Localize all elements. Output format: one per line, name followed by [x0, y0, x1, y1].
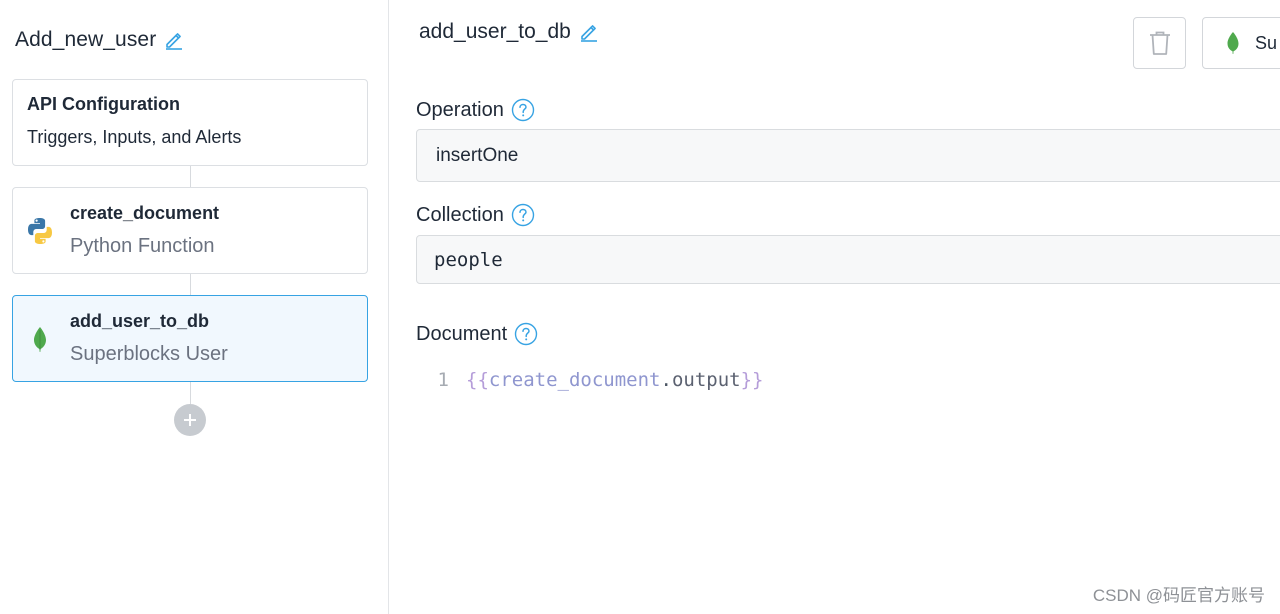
help-icon[interactable]: [511, 203, 535, 227]
edit-step-name-icon[interactable]: [579, 22, 599, 42]
integration-label: Su: [1255, 32, 1278, 53]
delete-step-button[interactable]: [1133, 17, 1186, 69]
edit-api-name-icon[interactable]: [164, 30, 184, 50]
code-identifier: create_document: [488, 369, 661, 391]
operation-label: Operation: [416, 98, 535, 122]
collection-label-text: Collection: [416, 203, 504, 226]
help-icon[interactable]: [514, 322, 538, 346]
operation-select[interactable]: insertOne: [416, 129, 1280, 182]
trash-icon: [1149, 31, 1170, 55]
sidebar: Add_new_user API Configuration Triggers,…: [0, 0, 389, 614]
mongodb-leaf-icon: [34, 327, 46, 352]
step-connector: [190, 166, 191, 187]
step-editor-panel: add_user_to_db Su Operation insertOne Co…: [390, 0, 1280, 614]
python-icon: [28, 218, 52, 244]
document-code-editor[interactable]: 1 {{create_document.output}}: [416, 360, 1276, 400]
step-title: create_document: [70, 203, 220, 223]
config-card-subtitle: Triggers, Inputs, and Alerts: [27, 127, 242, 147]
document-label-text: Document: [416, 322, 508, 345]
code-open-braces: {{: [466, 369, 489, 391]
app-root: Add_new_user API Configuration Triggers,…: [0, 0, 1280, 614]
step-connector: [190, 382, 191, 404]
config-card-title: API Configuration: [27, 94, 180, 114]
code-close-braces: }}: [740, 369, 764, 391]
step-connector: [190, 274, 191, 295]
collection-input[interactable]: people: [416, 235, 1280, 284]
step-title: add_user_to_db: [70, 311, 210, 331]
add-step-button[interactable]: [174, 404, 206, 436]
collection-label: Collection: [416, 203, 535, 227]
step-subtitle: Superblocks User: [70, 343, 228, 365]
mongodb-leaf-icon: [1227, 32, 1239, 54]
document-label: Document: [416, 322, 538, 346]
step-card-add-user-to-db[interactable]: add_user_to_db Superblocks User: [12, 295, 368, 382]
plus-icon: [184, 414, 196, 426]
step-name-header: add_user_to_db: [419, 20, 599, 44]
step-subtitle: Python Function: [70, 235, 215, 257]
help-icon[interactable]: [511, 98, 535, 122]
operation-label-text: Operation: [416, 98, 504, 121]
step-name-text: add_user_to_db: [419, 20, 571, 43]
api-title: Add_new_user: [15, 28, 184, 52]
line-number: 1: [437, 369, 449, 391]
code-dot: .: [660, 369, 672, 391]
code-line: {{create_document.output}}: [466, 369, 763, 391]
code-property: output: [671, 369, 741, 391]
step-card-create-document[interactable]: create_document Python Function: [12, 187, 368, 274]
integration-select-button[interactable]: Su: [1202, 17, 1280, 69]
watermark: CSDN @码匠官方账号: [1092, 586, 1265, 605]
api-title-text: Add_new_user: [15, 28, 157, 51]
api-configuration-card[interactable]: API Configuration Triggers, Inputs, and …: [12, 79, 368, 166]
